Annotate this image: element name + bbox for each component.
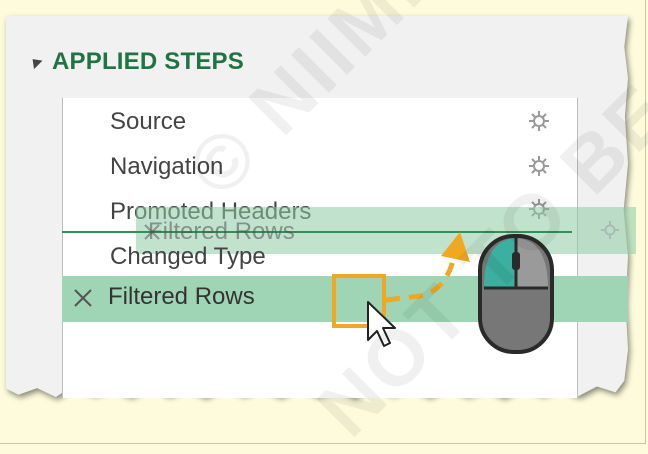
step-filtered-rows[interactable]: Filtered Rows bbox=[108, 283, 255, 311]
triangle-collapse-icon[interactable] bbox=[28, 54, 43, 70]
ghost-gear-icon bbox=[600, 220, 620, 240]
delete-x-icon[interactable] bbox=[72, 287, 94, 309]
applied-steps-header[interactable]: APPLIED STEPS bbox=[28, 48, 244, 76]
gear-icon[interactable] bbox=[528, 110, 550, 132]
step-changed-type[interactable]: Changed Type bbox=[110, 243, 266, 271]
drag-ghost-label: Filtered Rows bbox=[148, 218, 295, 245]
step-source[interactable]: Source bbox=[110, 108, 186, 136]
section-title: APPLIED STEPS bbox=[52, 48, 244, 75]
